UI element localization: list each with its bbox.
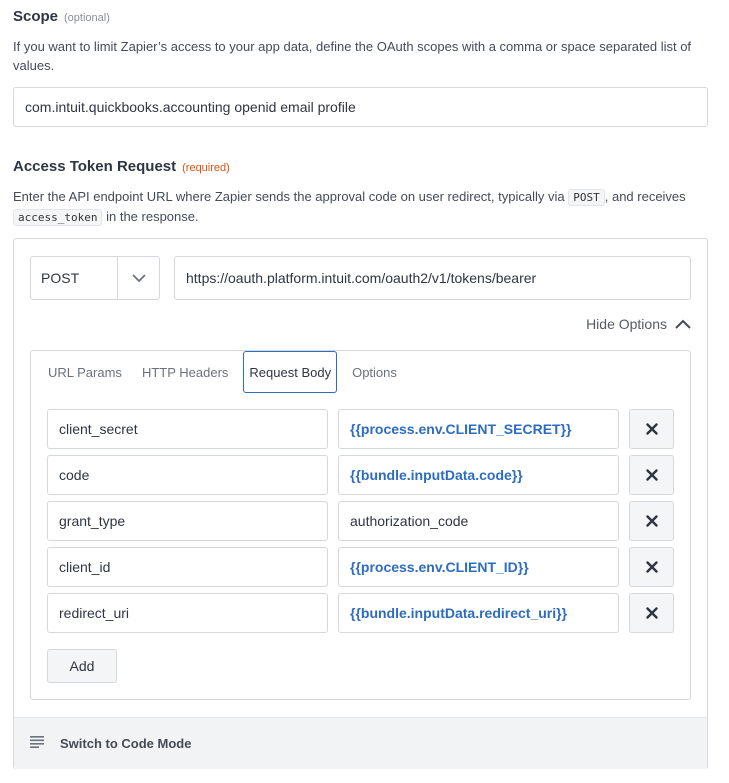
help-text-part: , and receives	[604, 189, 686, 204]
hide-options-label: Hide Options	[586, 316, 667, 332]
body-value-input[interactable]: {{process.env.CLIENT_ID}}	[338, 547, 619, 587]
post-code-snippet: POST	[568, 189, 605, 206]
add-row-button[interactable]: Add	[47, 649, 117, 683]
help-text-part: Enter the API endpoint URL where Zapier …	[13, 189, 565, 204]
close-icon	[645, 607, 658, 619]
tab-options[interactable]: Options	[342, 351, 407, 393]
code-mode-label: Switch to Code Mode	[60, 736, 192, 751]
close-icon	[645, 469, 658, 481]
body-value-input[interactable]: {{bundle.inputData.redirect_uri}}	[338, 593, 619, 633]
http-method-value: POST	[41, 270, 80, 286]
close-icon	[645, 561, 658, 573]
table-row: client_id {{process.env.CLIENT_ID}}	[47, 547, 674, 587]
required-hint: (required)	[182, 162, 230, 174]
scope-input[interactable]: com.intuit.quickbooks.accounting openid …	[13, 87, 708, 127]
delete-row-button[interactable]	[629, 593, 674, 633]
tab-url-params[interactable]: URL Params	[38, 351, 132, 393]
scope-label: Scope (optional)	[13, 8, 110, 25]
delete-row-button[interactable]	[629, 547, 674, 587]
http-method-select[interactable]: POST	[30, 256, 160, 300]
optional-hint: (optional)	[64, 12, 110, 24]
access-token-request-label-text: Access Token Request	[13, 158, 177, 175]
tab-http-headers[interactable]: HTTP Headers	[132, 351, 238, 393]
switch-to-code-mode-button[interactable]: Switch to Code Mode	[14, 717, 707, 769]
table-row: client_secret {{process.env.CLIENT_SECRE…	[47, 409, 674, 449]
close-icon	[645, 515, 658, 527]
url-input[interactable]: https://oauth.platform.intuit.com/oauth2…	[174, 256, 691, 300]
table-row: code {{bundle.inputData.code}}	[47, 455, 674, 495]
table-row: grant_type authorization_code	[47, 501, 674, 541]
body-value-input[interactable]: authorization_code	[338, 501, 619, 541]
scope-label-text: Scope	[13, 8, 59, 25]
access-token-request-label: Access Token Request (required)	[13, 158, 230, 175]
chevron-up-icon	[675, 316, 691, 332]
table-row: redirect_uri {{bundle.inputData.redirect…	[47, 593, 674, 633]
scope-help-text: If you want to limit Zapier’s access to …	[13, 39, 692, 73]
access-token-code-snippet: access_token	[13, 209, 103, 226]
close-icon	[645, 423, 658, 435]
body-key-input[interactable]: redirect_uri	[47, 593, 328, 633]
access-token-request-help-text: Enter the API endpoint URL where Zapier …	[13, 187, 713, 227]
body-value-input[interactable]: {{process.env.CLIENT_SECRET}}	[338, 409, 619, 449]
hide-options-toggle[interactable]: Hide Options	[586, 316, 691, 332]
delete-row-button[interactable]	[629, 501, 674, 541]
tab-bar: URL Params HTTP Headers Request Body Opt…	[31, 351, 690, 393]
chevron-down-icon[interactable]	[117, 257, 159, 299]
body-key-input[interactable]: code	[47, 455, 328, 495]
body-key-input[interactable]: grant_type	[47, 501, 328, 541]
delete-row-button[interactable]	[629, 409, 674, 449]
body-key-input[interactable]: client_secret	[47, 409, 328, 449]
lines-icon	[30, 736, 44, 751]
auth-settings-page: Scope (optional) If you want to limit Zap…	[0, 0, 729, 783]
delete-row-button[interactable]	[629, 455, 674, 495]
request-options-tabs: URL Params HTTP Headers Request Body Opt…	[30, 350, 691, 700]
tab-request-body[interactable]: Request Body	[243, 351, 338, 393]
access-token-request-panel: POST https://oauth.platform.intuit.com/o…	[13, 238, 708, 769]
help-text-part: in the response.	[106, 209, 199, 224]
body-value-input[interactable]: {{bundle.inputData.code}}	[338, 455, 619, 495]
body-key-input[interactable]: client_id	[47, 547, 328, 587]
